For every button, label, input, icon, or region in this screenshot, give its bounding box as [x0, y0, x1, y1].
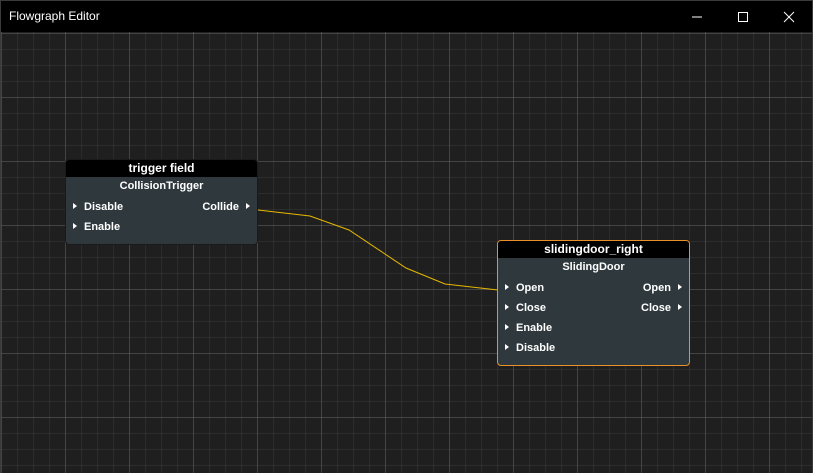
- port-arrow-icon: [73, 203, 77, 210]
- port-arrow-icon: [505, 344, 509, 351]
- node-slidingdoor-right[interactable]: slidingdoor_right SlidingDoor Open Open …: [497, 240, 690, 366]
- input-port-close[interactable]: Close: [505, 298, 546, 318]
- port-label: Enable: [84, 221, 121, 233]
- port-arrow-icon: [678, 284, 682, 291]
- port-arrow-icon: [505, 304, 509, 311]
- flowgraph-editor-window: Flowgraph Editor trigger field Collision…: [0, 0, 813, 473]
- title-bar[interactable]: Flowgraph Editor: [1, 1, 812, 32]
- port-label: Disable: [516, 342, 556, 354]
- input-port-open[interactable]: Open: [505, 278, 544, 298]
- minimize-icon: [692, 16, 702, 18]
- port-arrow-icon: [246, 203, 250, 210]
- port-label: Enable: [516, 322, 553, 334]
- links-layer: [257, 209, 499, 291]
- maximize-button[interactable]: [720, 1, 766, 32]
- port-row: Disable Collide: [66, 197, 257, 217]
- port-arrow-icon: [73, 223, 77, 230]
- port-row: Disable: [498, 338, 689, 358]
- port-label: Collide: [202, 201, 239, 213]
- node-class-label: SlidingDoor: [562, 261, 625, 273]
- port-label: Close: [641, 302, 671, 314]
- graph-canvas[interactable]: trigger field CollisionTrigger Disable C…: [1, 32, 812, 473]
- close-icon: [783, 11, 795, 23]
- port-arrow-icon: [678, 304, 682, 311]
- link-collide-to-open[interactable]: [257, 209, 499, 291]
- port-row: Close Close: [498, 298, 689, 318]
- port-label: Open: [516, 282, 545, 294]
- port-arrow-icon: [505, 324, 509, 331]
- input-port-disable[interactable]: Disable: [73, 197, 123, 217]
- maximize-icon: [738, 12, 748, 22]
- port-row: Open Open: [498, 278, 689, 298]
- port-row: Enable: [66, 217, 257, 237]
- input-port-enable[interactable]: Enable: [505, 318, 552, 338]
- node-class-label: CollisionTrigger: [119, 180, 204, 192]
- window-title: Flowgraph Editor: [9, 9, 100, 23]
- node-trigger-field[interactable]: trigger field CollisionTrigger Disable C…: [65, 159, 258, 245]
- node-title: trigger field: [66, 160, 257, 177]
- output-port-open[interactable]: Open: [643, 278, 682, 298]
- port-label: Close: [516, 302, 546, 314]
- port-arrow-icon: [505, 284, 509, 291]
- node-title: slidingdoor_right: [498, 241, 689, 258]
- output-port-close[interactable]: Close: [641, 298, 682, 318]
- input-port-enable[interactable]: Enable: [73, 217, 120, 237]
- input-port-disable[interactable]: Disable: [505, 338, 555, 358]
- output-port-collide[interactable]: Collide: [202, 197, 250, 217]
- close-button[interactable]: [766, 1, 812, 32]
- port-label: Open: [642, 282, 671, 294]
- minimize-button[interactable]: [674, 1, 720, 32]
- port-row: Enable: [498, 318, 689, 338]
- port-label: Disable: [84, 201, 124, 213]
